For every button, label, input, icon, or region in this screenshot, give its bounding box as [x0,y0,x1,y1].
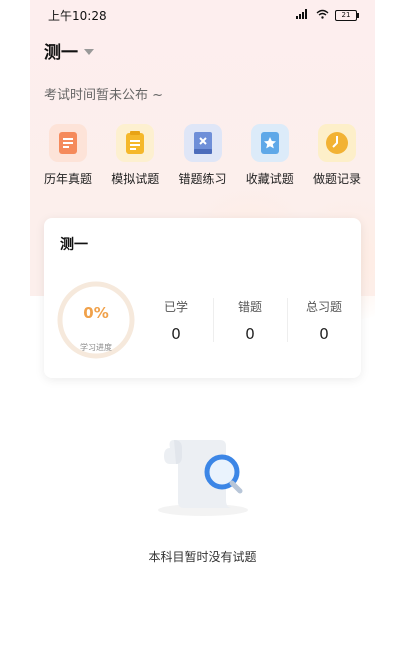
quick-action-label: 模拟试题 [111,172,160,186]
subject-selector[interactable]: 测一 [44,38,94,63]
stat-value: 0 [171,325,181,343]
stat-wrong: 错题 0 [213,298,287,350]
exam-time-notice: 考试时间暂未公布 ~ [44,88,164,103]
quick-action-mock-tests[interactable]: 模拟试题 [103,124,167,187]
battery-icon: 21 [335,9,359,21]
quick-action-label: 做题记录 [312,172,361,186]
quick-action-wrong-answers[interactable]: 错题练习 [171,124,235,187]
notepad-icon [116,124,155,162]
progress-percent: 0% [83,304,109,322]
study-stats-card: 测一 0% 学习进度 已学 0 错题 0 总习题 0 [44,218,361,378]
stats-columns: 已学 0 错题 0 总习题 0 [139,298,361,350]
stat-total: 总习题 0 [287,298,361,350]
quick-action-past-exams[interactable]: 历年真题 [36,124,100,187]
app-screen: 上午10:28 21 测一 考试时间暂未公布 ~ 历年真题 模拟试题 错题练习 … [30,0,375,671]
status-time: 上午10:28 [48,8,107,23]
stat-value: 0 [245,325,255,343]
quick-action-label: 收藏试题 [245,172,294,186]
document-icon [49,124,87,162]
quick-actions: 历年真题 模拟试题 错题练习 收藏试题 做题记录 [30,124,375,187]
empty-state: 本科目暂时没有试题 [30,428,375,565]
quick-action-label: 错题练习 [178,172,227,186]
status-bar: 上午10:28 21 [30,0,375,30]
stat-label: 错题 [237,300,262,314]
quick-action-history[interactable]: 做题记录 [305,124,369,187]
caret-down-icon [84,49,94,55]
quick-action-label: 历年真题 [43,172,92,186]
stat-learned: 已学 0 [139,298,213,350]
signal-icon [296,8,310,22]
quick-action-favorites[interactable]: 收藏试题 [238,124,302,187]
stat-label: 已学 [163,300,188,314]
empty-state-text: 本科目暂时没有试题 [148,550,257,564]
empty-document-search-icon [148,428,258,522]
subject-title: 测一 [44,43,78,63]
stat-value: 0 [319,325,329,343]
clock-icon [318,124,356,162]
book-x-icon [183,124,222,162]
progress-ring: 0% 学习进度 [56,280,136,360]
progress-label: 学习进度 [80,343,112,352]
stat-label: 总习题 [305,300,342,314]
card-title: 测一 [60,237,88,253]
wifi-icon [316,8,329,22]
star-card-icon [250,124,289,162]
